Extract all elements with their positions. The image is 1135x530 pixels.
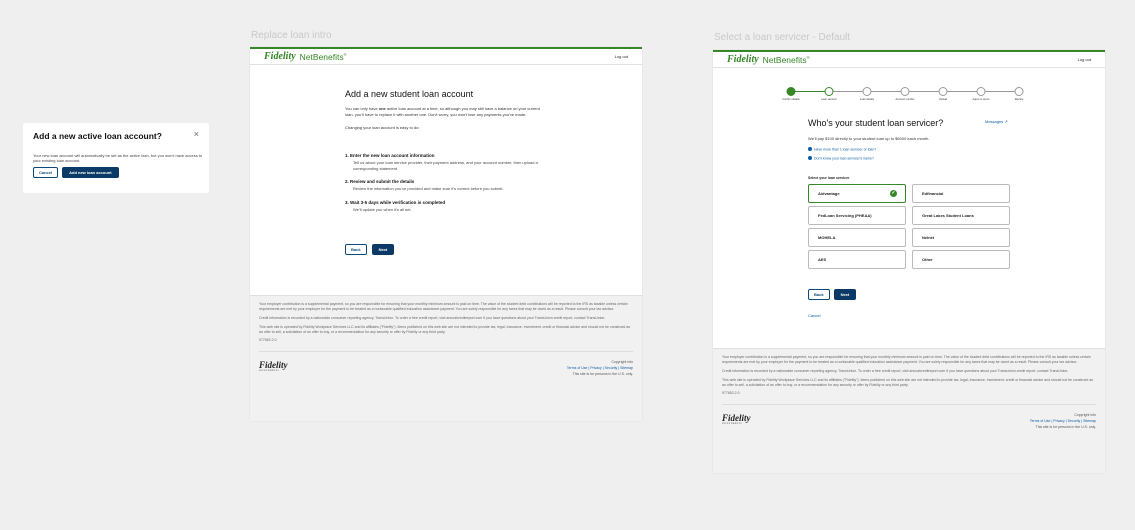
- close-icon[interactable]: ×: [194, 129, 199, 139]
- step-label: Confirm details: [782, 98, 800, 101]
- servicer-option-aes[interactable]: AES: [808, 250, 906, 269]
- footer-code: 977652.2.0: [259, 338, 277, 343]
- site-footer: Your employer contribution is a suppleme…: [250, 295, 642, 421]
- step-label: Review: [1014, 98, 1024, 101]
- messages-link[interactable]: Messages ↗: [985, 119, 1008, 124]
- next-button[interactable]: Next: [833, 289, 857, 300]
- multiple-servicers-link[interactable]: Have more than 1 loan servicer or loan?: [808, 147, 876, 152]
- servicer-options: Aidvantage ✓ Edfinancial FedLoan Servicin…: [808, 184, 1010, 269]
- servicer-option-aidvantage[interactable]: Aidvantage ✓: [808, 184, 906, 203]
- fidelity-logo[interactable]: Fidelity: [727, 54, 759, 65]
- servicer-option-other[interactable]: Other: [912, 250, 1010, 269]
- site-footer: Your employer contribution is a suppleme…: [713, 348, 1105, 473]
- back-button[interactable]: Back: [808, 289, 830, 300]
- page-title: Who's your student loan servicer?: [808, 118, 944, 128]
- subtitle: We'll pay $100 directly to your student …: [808, 136, 930, 141]
- step-agree-dot: [976, 87, 986, 96]
- check-icon: ✓: [890, 190, 897, 197]
- netbenefits-logo: NetBenefits®: [299, 51, 347, 62]
- footer-links[interactable]: Terms of Use | Privacy | Security | Site…: [1030, 419, 1096, 425]
- footer-disclaimer: Your employer contribution is a suppleme…: [259, 302, 628, 311]
- modal-body: Your new loan account will automatically…: [33, 153, 203, 164]
- replace-loan-intro-page: Fidelity NetBenefits® Log out Add a new …: [250, 47, 642, 421]
- site-header: Fidelity NetBenefits® Log out: [713, 52, 1105, 68]
- footer-credit-info: Credit information is recorded by a nati…: [722, 368, 1069, 373]
- footer-code: 977652.2.0: [722, 391, 740, 396]
- step-label: Account number: [895, 98, 915, 101]
- info-icon: [808, 156, 812, 160]
- step-label: Loan details: [860, 98, 874, 101]
- external-link-icon: ↗: [1004, 119, 1008, 124]
- step-loan-servicer-dot: [824, 87, 834, 96]
- step-upload-dot: [938, 87, 948, 96]
- step-label: Upload: [938, 98, 948, 101]
- logout-link[interactable]: Log out: [1078, 57, 1091, 62]
- frame-label-replace-loan-intro: Replace loan intro: [251, 30, 332, 41]
- footer-operator-info: This web site is operated by Fidelity Wo…: [259, 324, 631, 334]
- progress-stepper: Confirm details Loan servicer Loan detai…: [773, 84, 1038, 102]
- fidelity-logo[interactable]: Fidelity: [264, 51, 296, 62]
- step-loan-details-dot: [862, 87, 872, 96]
- select-label: Select your loan servicer: [808, 176, 850, 180]
- modal-title: Add a new active loan account?: [33, 131, 162, 141]
- logout-link[interactable]: Log out: [615, 54, 628, 59]
- footer-credit-info: Credit information is recorded by a nati…: [259, 315, 606, 320]
- step-account-number-dot: [900, 87, 910, 96]
- us-only-notice: This site is for persons in the U.S. onl…: [572, 371, 633, 376]
- steps-list: 1. Enter the new loan account informatio…: [345, 153, 555, 220]
- step-confirm-details-check-icon: [786, 87, 796, 96]
- step-item: 1. Enter the new loan account informatio…: [345, 153, 538, 171]
- add-new-loan-button[interactable]: Add new loan account: [62, 166, 119, 178]
- select-servicer-page: Fidelity NetBenefits® Log out Confirm de…: [713, 50, 1105, 473]
- site-header: Fidelity NetBenefits® Log out: [250, 49, 642, 65]
- frame-label-select-servicer: Select a loan servicer - Default: [714, 32, 851, 43]
- add-loan-modal: Add a new active loan account? × Your ne…: [23, 123, 209, 193]
- servicer-option-nelnet[interactable]: Nelnet: [912, 228, 1010, 247]
- unknown-servicer-link[interactable]: Don't know your loan servicer's name?: [808, 156, 874, 161]
- easy-text: Changing your loan account is easy to do…: [345, 125, 420, 131]
- info-icon: [808, 147, 812, 151]
- fidelity-footer-logo: Fidelity INVESTMENTS: [259, 360, 288, 373]
- back-button[interactable]: Back: [345, 244, 367, 255]
- intro-text: You can only have one active loan accoun…: [345, 106, 540, 131]
- servicer-option-fedloan[interactable]: FedLoan Servicing (PHEAA): [808, 206, 906, 225]
- footer-links[interactable]: Terms of Use | Privacy | Security | Site…: [567, 366, 633, 372]
- servicer-option-mohela[interactable]: MOHELA: [808, 228, 906, 247]
- step-label: Loan servicer: [821, 98, 837, 101]
- next-button[interactable]: Next: [371, 244, 395, 255]
- servicer-option-edfinancial[interactable]: Edfinancial: [912, 184, 1010, 203]
- fidelity-footer-logo: Fidelity INVESTMENTS: [722, 413, 751, 426]
- step-label: Agree to terms: [972, 98, 990, 101]
- servicer-option-great-lakes[interactable]: Great Lakes Student Loans: [912, 206, 1010, 225]
- modal-cancel-button[interactable]: Cancel: [33, 166, 59, 178]
- step-review-dot: [1014, 87, 1024, 96]
- page-title: Add a new student loan account: [345, 89, 474, 99]
- step-item: 3. Wait 3-5 days while verification is c…: [345, 199, 446, 212]
- cancel-link[interactable]: Cancel: [808, 313, 820, 318]
- footer-disclaimer: Your employer contribution is a suppleme…: [722, 355, 1091, 364]
- step-item: 2. Review and submit the details Review …: [345, 179, 504, 192]
- footer-operator-info: This web site is operated by Fidelity Wo…: [722, 377, 1094, 387]
- us-only-notice: This site is for persons in the U.S. onl…: [1035, 424, 1096, 429]
- netbenefits-logo: NetBenefits®: [762, 54, 810, 65]
